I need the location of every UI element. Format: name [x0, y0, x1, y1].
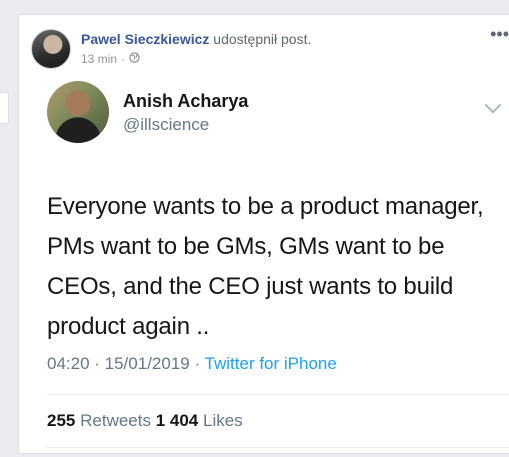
- ellipsis-icon[interactable]: •••: [490, 25, 509, 43]
- globe-icon[interactable]: [129, 52, 140, 66]
- tweet-author-handle[interactable]: @illscience: [123, 115, 209, 135]
- chevron-down-icon[interactable]: [484, 96, 502, 114]
- retweets-count: 255: [47, 411, 76, 430]
- post-header: Pawel Sieczkiewicz udostępnił post. 13 m…: [19, 15, 509, 75]
- tweet-text: Everyone wants to be a product manager, …: [47, 193, 484, 340]
- post-meta: 13 min ·: [81, 52, 140, 66]
- retweets-label: Retweets: [80, 411, 151, 430]
- post-time-link[interactable]: 13 min: [81, 52, 117, 66]
- meta-separator: ·: [121, 52, 126, 66]
- tweet-source-link[interactable]: Twitter for iPhone: [205, 354, 337, 373]
- likes-label: Likes: [203, 411, 243, 430]
- tweet-stats: 255 Retweets 1 404 Likes: [47, 411, 243, 431]
- tweet-avatar[interactable]: [47, 81, 109, 143]
- post-header-line: Pawel Sieczkiewicz udostępnił post.: [81, 31, 311, 47]
- page-background: [0, 0, 509, 14]
- author-name-link[interactable]: Pawel Sieczkiewicz: [81, 31, 209, 47]
- feed-post-card: Pawel Sieczkiewicz udostępnił post. 13 m…: [18, 14, 509, 454]
- avatar[interactable]: [31, 29, 71, 69]
- share-action-text: udostępnił post.: [213, 31, 312, 47]
- side-panel-edge: [0, 92, 9, 124]
- likes-count: 1 404: [155, 411, 199, 430]
- tweet-timestamp: 04:20 · 15/01/2019 · Twitter for iPhone: [47, 354, 337, 374]
- tweet-date: 04:20 · 15/01/2019 ·: [47, 354, 201, 373]
- divider: [47, 394, 509, 395]
- tweet-author-name[interactable]: Anish Acharya: [123, 91, 248, 112]
- embedded-tweet[interactable]: Anish Acharya @illscience Everyone wants…: [19, 77, 509, 457]
